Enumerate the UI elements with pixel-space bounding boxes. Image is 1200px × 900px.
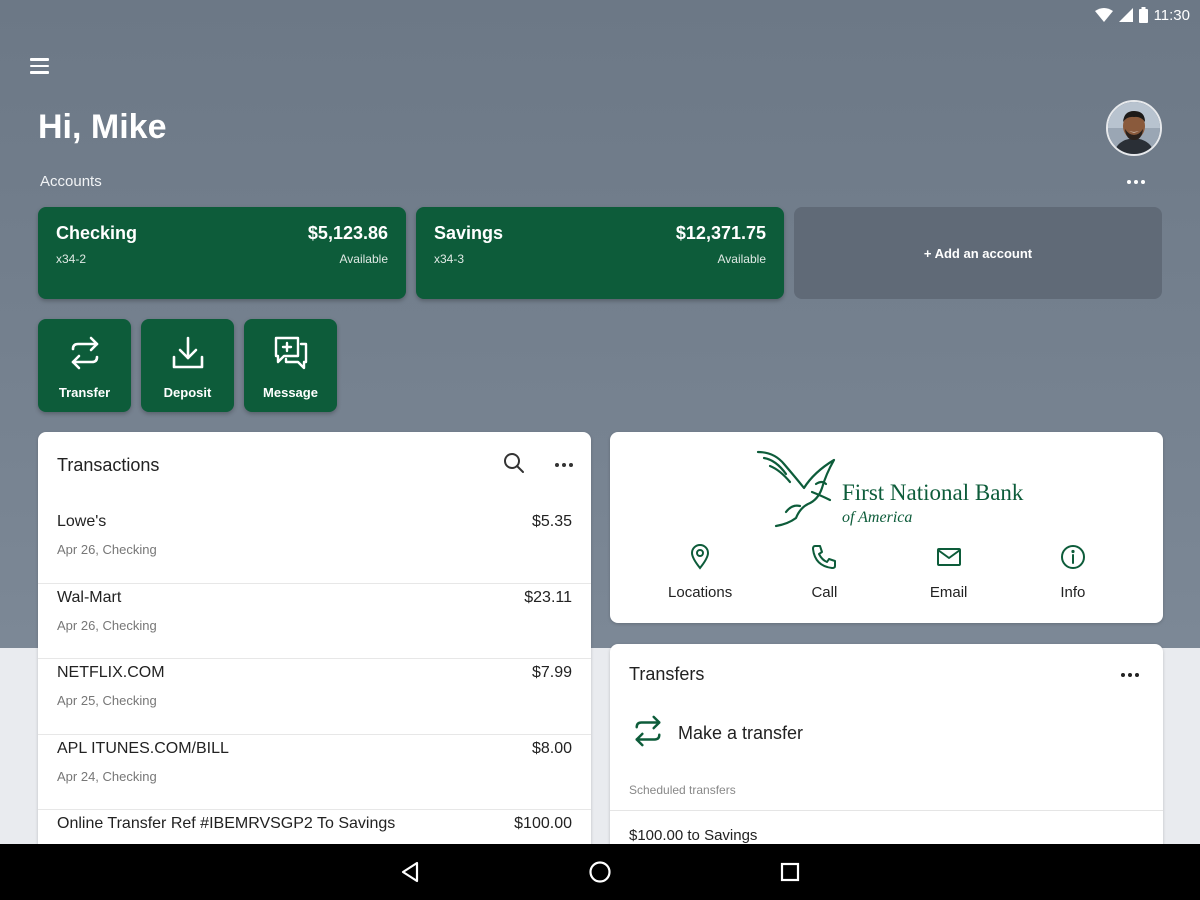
transaction-merchant: Wal-Mart	[57, 588, 122, 606]
transaction-merchant: NETFLIX.COM	[57, 664, 165, 681]
locations-label: Locations	[668, 584, 733, 601]
download-tray-icon	[170, 335, 206, 371]
transaction-amount: $5.35	[531, 513, 572, 530]
add-account-button[interactable]: + Add an account	[794, 207, 1162, 299]
transfer-label: Transfer	[58, 385, 111, 400]
system-nav-bar	[0, 844, 1200, 900]
email-button[interactable]: Email	[894, 542, 1004, 601]
phone-icon	[811, 542, 837, 572]
scheduled-transfers-label: Scheduled transfers	[629, 783, 736, 797]
deposit-button[interactable]: Deposit	[141, 319, 234, 412]
account-number: x34-2	[56, 252, 87, 266]
hamburger-menu-icon[interactable]	[30, 54, 56, 78]
transaction-detail: Apr 24, Checking	[57, 768, 157, 784]
transaction-merchant: Online Transfer Ref #IBEMRVSGP2 To Savin…	[57, 815, 396, 832]
status-bar: 11:30	[1094, 4, 1190, 26]
chat-plus-icon	[273, 335, 309, 371]
call-button[interactable]: Call	[769, 542, 879, 601]
account-balance: $12,371.75	[675, 223, 766, 243]
transfers-title: Transfers	[629, 664, 705, 684]
location-pin-icon	[690, 542, 710, 572]
balance-label: Available	[717, 252, 766, 266]
message-label: Message	[263, 385, 318, 400]
home-icon[interactable]	[588, 860, 612, 884]
signal-icon	[1118, 8, 1133, 22]
transaction-amount: $23.11	[524, 588, 572, 606]
status-time: 11:30	[1153, 6, 1190, 24]
recents-icon[interactable]	[778, 860, 802, 884]
transfers-more-icon[interactable]	[1121, 672, 1139, 677]
locations-button[interactable]: Locations	[645, 542, 755, 601]
transaction-row[interactable]: Wal-Mart $23.11 Apr 26, Checking	[38, 584, 591, 659]
account-name: Savings	[434, 223, 504, 243]
info-label: Info	[1060, 584, 1086, 601]
transactions-panel: Transactions Lowe's $5.35 Apr 26, Checki…	[38, 432, 591, 862]
transfer-arrows-icon	[67, 335, 103, 371]
accounts-label: Accounts	[40, 173, 102, 190]
accounts-more-icon[interactable]	[1125, 178, 1147, 186]
bank-subname: of America	[842, 509, 912, 526]
account-balance: $5,123.86	[307, 223, 388, 243]
transactions-list: Lowe's $5.35 Apr 26, Checking Wal-Mart $…	[38, 508, 591, 862]
divider	[610, 810, 1163, 811]
transactions-title: Transactions	[57, 454, 160, 475]
account-number: x34-3	[434, 252, 465, 266]
account-card-savings[interactable]: Savings $12,371.75 x34-3 Available	[416, 207, 784, 299]
transaction-amount: $8.00	[531, 739, 572, 757]
transactions-more-icon[interactable]	[555, 463, 573, 467]
transaction-amount: $7.99	[531, 664, 572, 681]
make-transfer-button[interactable]: Make a transfer	[632, 714, 803, 753]
bank-logo: First National Bank of America	[756, 450, 1024, 528]
transfer-button[interactable]: Transfer	[38, 319, 131, 412]
transfer-arrows-icon	[632, 714, 664, 753]
email-label: Email	[929, 584, 968, 601]
battery-icon	[1138, 7, 1148, 23]
email-envelope-icon	[936, 542, 962, 572]
transaction-detail: Apr 26, Checking	[57, 542, 157, 557]
greeting-title: Hi, Mike	[38, 108, 167, 146]
balance-label: Available	[339, 252, 388, 266]
transfers-panel: Transfers Make a transfer Scheduled tran…	[610, 644, 1163, 864]
deposit-label: Deposit	[163, 385, 212, 400]
transaction-merchant: APL ITUNES.COM/BILL	[57, 739, 229, 757]
transaction-amount: $100.00	[514, 815, 572, 832]
user-avatar[interactable]	[1106, 100, 1162, 156]
bank-name: First National Bank	[842, 480, 1024, 505]
transaction-row[interactable]: Lowe's $5.35 Apr 26, Checking	[38, 508, 591, 584]
make-transfer-label: Make a transfer	[678, 723, 804, 743]
info-circle-icon	[1060, 542, 1086, 572]
search-icon[interactable]	[503, 452, 525, 479]
account-name: Checking	[56, 223, 138, 243]
back-icon[interactable]	[398, 860, 422, 884]
bank-info-panel: First National Bank of America Locations…	[610, 432, 1163, 623]
account-card-checking[interactable]: Checking $5,123.86 x34-2 Available	[38, 207, 406, 299]
wifi-icon	[1094, 8, 1113, 22]
transaction-row[interactable]: NETFLIX.COM $7.99 Apr 25, Checking	[38, 659, 591, 735]
scheduled-transfer-item[interactable]: $100.00 to Savings	[629, 827, 757, 844]
transaction-detail: Apr 25, Checking	[57, 693, 157, 708]
message-button[interactable]: Message	[244, 319, 337, 412]
transaction-detail: Apr 26, Checking	[57, 617, 157, 633]
transaction-row[interactable]: APL ITUNES.COM/BILL $8.00 Apr 24, Checki…	[38, 735, 591, 810]
info-button[interactable]: Info	[1018, 542, 1128, 601]
call-label: Call	[811, 584, 838, 601]
transaction-merchant: Lowe's	[57, 513, 107, 530]
